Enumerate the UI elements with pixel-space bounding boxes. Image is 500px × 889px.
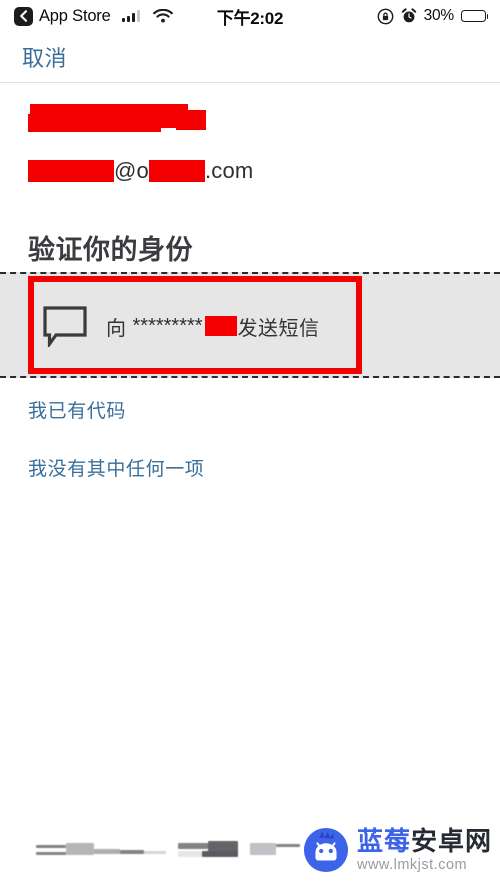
site-watermark: 蓝莓安卓网 www.lmkjst.com [303,827,492,873]
watermark-title: 蓝莓安卓网 [357,828,492,854]
account-info: @o .com [0,92,500,186]
no-options-link[interactable]: 我没有其中任何一项 [28,454,468,481]
redaction-block [28,114,161,132]
account-name-redacted [28,92,500,146]
send-sms-option-label: 向 ********* 发送短信 [106,312,320,341]
watermark-title-blue: 蓝莓 [356,825,411,856]
status-bar-left: App Store [14,6,173,26]
blurred-text-block [36,841,176,861]
footer-watermark-area: 蓝莓安卓网 www.lmkjst.com [0,799,500,889]
account-email: @o .com [28,156,500,186]
already-have-code-link[interactable]: 我已有代码 [28,396,468,423]
email-suffix-segment: .com [204,158,254,183]
redaction-block [148,160,205,182]
speech-bubble-icon [43,306,87,347]
back-to-app-store-button[interactable] [14,6,33,26]
watermark-url: www.lmkjst.com [356,856,468,873]
redaction-block [28,160,114,182]
option-prefix: 向 [106,317,127,340]
page-title: 验证你的身份 [28,235,193,265]
wifi-icon [153,9,173,23]
blurred-text-block [178,841,302,863]
redaction-block [204,316,237,336]
masked-phone-number: ********* [132,314,203,337]
status-bar: App Store 下午2:02 30% [0,0,500,32]
battery-icon [461,9,489,23]
option-action: 发送短信 [237,317,320,340]
back-app-label[interactable]: App Store [39,7,111,26]
alarm-clock-icon [401,8,416,23]
nav-bar: 取消 [0,32,500,82]
blueberry-android-mascot-icon [303,827,349,873]
cancel-button[interactable]: 取消 [22,41,67,73]
chevron-left-icon [20,10,28,22]
watermark-text: 蓝莓安卓网 www.lmkjst.com [357,828,492,873]
rotation-lock-icon [377,8,393,24]
redaction-block [176,110,206,130]
battery-percentage-label: 30% [423,7,455,24]
cellular-signal-icon [121,10,141,22]
send-sms-option[interactable]: 向 ********* 发送短信 [40,288,352,364]
secondary-links: 我已有代码 我没有其中任何一项 [28,396,468,512]
watermark-title-dark: 安卓网 [410,825,492,856]
nav-divider [0,82,500,83]
status-bar-right: 30% [377,7,489,25]
email-at-segment: @o [114,158,149,183]
